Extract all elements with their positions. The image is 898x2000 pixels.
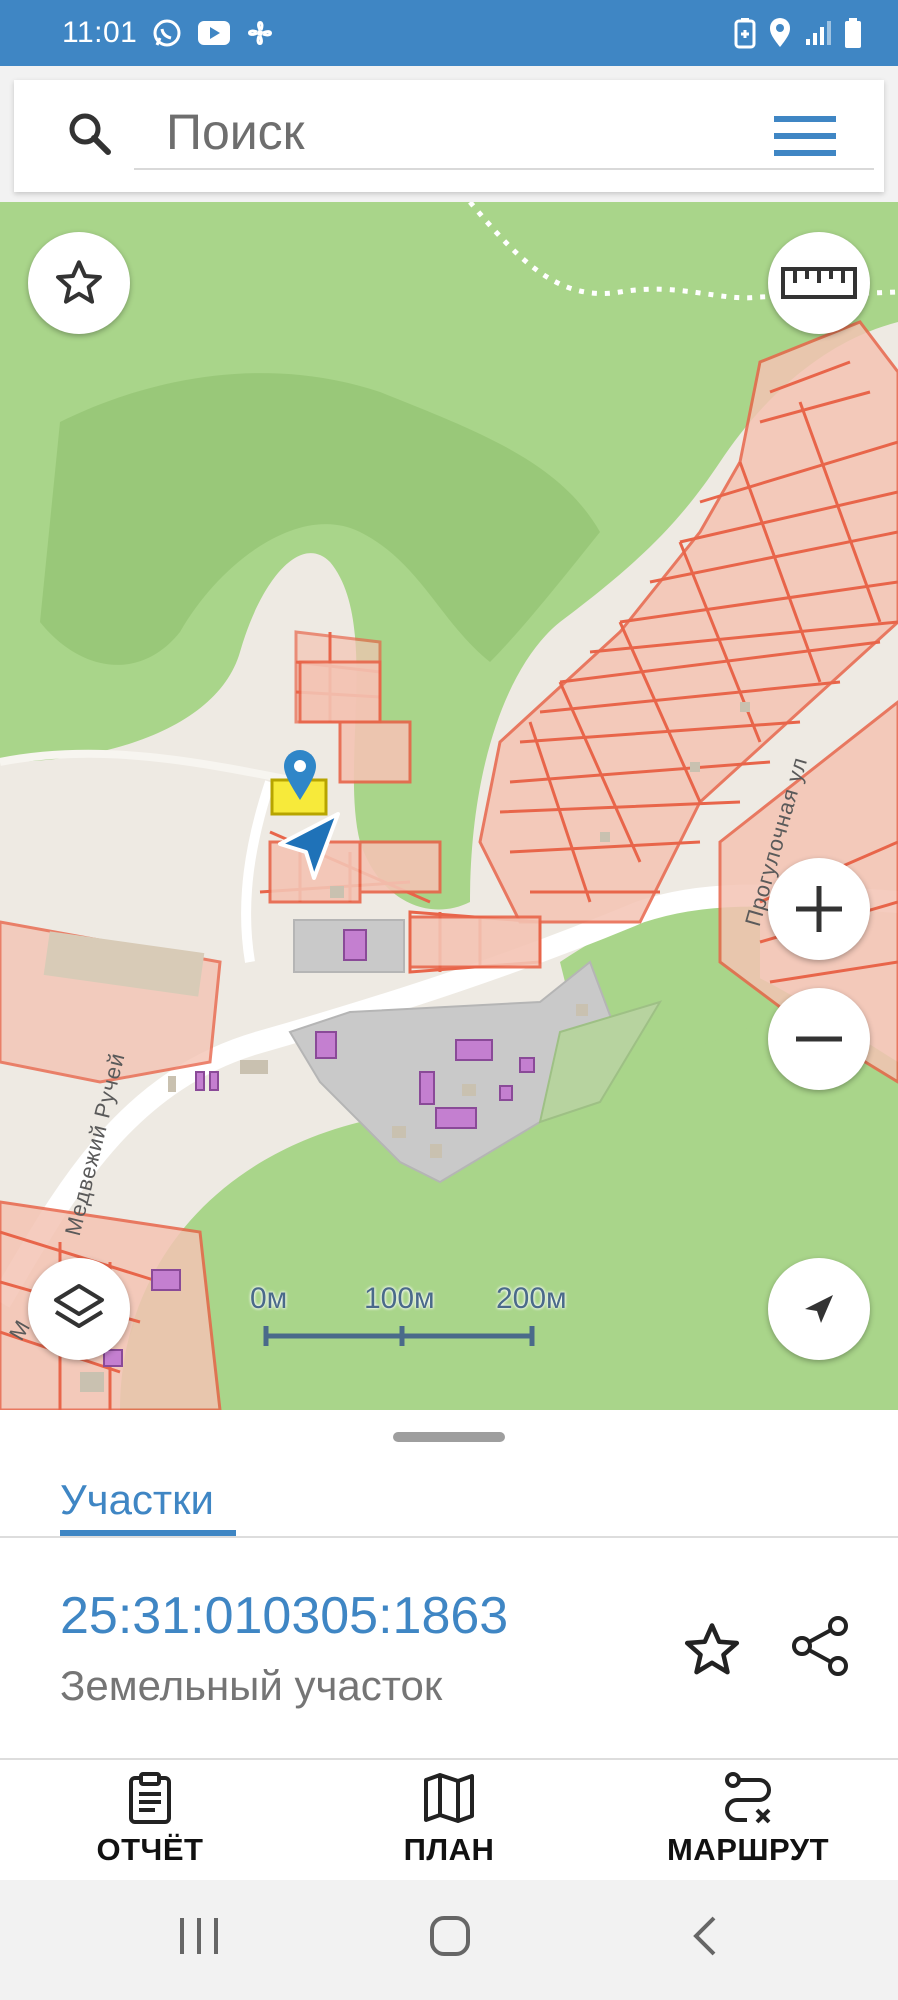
report-icon bbox=[129, 1772, 171, 1824]
menu-icon[interactable] bbox=[774, 114, 836, 158]
scale-label-100: 100м bbox=[364, 1282, 435, 1315]
report-label: ОТЧЁТ bbox=[96, 1832, 204, 1867]
system-navbar bbox=[0, 1880, 898, 2000]
route-icon bbox=[725, 1772, 771, 1824]
status-left: 11:01 bbox=[62, 16, 275, 50]
home-button[interactable] bbox=[428, 1914, 472, 1958]
navigation-arrow-icon bbox=[805, 1295, 833, 1323]
plan-label: ПЛАН bbox=[403, 1832, 495, 1867]
star-outline-icon[interactable] bbox=[680, 1618, 744, 1682]
scale-label-0: 0м bbox=[250, 1282, 288, 1315]
ruler-icon bbox=[781, 267, 857, 299]
battery-saver-icon bbox=[734, 18, 756, 49]
sheet-divider bbox=[0, 1758, 898, 1760]
route-label: МАРШРУТ bbox=[666, 1832, 830, 1867]
back-button[interactable] bbox=[690, 1914, 720, 1958]
signal-icon bbox=[806, 21, 831, 45]
plus-icon bbox=[796, 886, 842, 932]
recent-apps-button[interactable] bbox=[176, 1914, 222, 1958]
search-card bbox=[14, 80, 884, 192]
my-location-button[interactable] bbox=[768, 1258, 870, 1360]
map-plan-icon bbox=[424, 1773, 474, 1823]
layers-icon bbox=[54, 1284, 104, 1328]
map-view[interactable]: Прогулочная ул Медвежий Ручей М 0м 100м … bbox=[0, 202, 898, 1410]
fan-icon bbox=[248, 21, 273, 45]
search-area bbox=[0, 66, 898, 202]
youtube-icon bbox=[198, 21, 231, 45]
drag-handle[interactable] bbox=[393, 1432, 505, 1442]
location-icon bbox=[770, 18, 790, 47]
parcel-type: Земельный участок bbox=[60, 1662, 443, 1709]
status-time: 11:01 bbox=[62, 16, 138, 49]
status-bar: 11:01 bbox=[0, 0, 898, 66]
search-input[interactable] bbox=[134, 96, 874, 170]
tab-divider bbox=[0, 1536, 898, 1538]
battery-icon bbox=[845, 18, 861, 48]
route-button[interactable]: МАРШРУТ bbox=[638, 1772, 858, 1880]
share-icon[interactable] bbox=[790, 1614, 852, 1678]
zoom-out-button[interactable] bbox=[768, 988, 870, 1090]
zoom-in-button[interactable] bbox=[768, 858, 870, 960]
minus-icon bbox=[796, 1036, 842, 1042]
ruler-button[interactable] bbox=[768, 232, 870, 334]
favorites-button[interactable] bbox=[28, 232, 130, 334]
status-right bbox=[734, 17, 862, 49]
scale-line bbox=[263, 1326, 535, 1346]
scale-bar: 0м 100м 200м bbox=[246, 1282, 576, 1352]
search-icon[interactable] bbox=[66, 110, 114, 158]
layers-button[interactable] bbox=[28, 1258, 130, 1360]
bottom-sheet: Участки 25:31:010305:1863 Земельный учас… bbox=[0, 1410, 898, 1880]
plan-button[interactable]: ПЛАН bbox=[339, 1772, 559, 1880]
cadastral-number[interactable]: 25:31:010305:1863 bbox=[60, 1586, 508, 1646]
scale-label-200: 200м bbox=[496, 1282, 567, 1315]
report-button[interactable]: ОТЧЁТ bbox=[40, 1772, 260, 1880]
star-outline-icon bbox=[56, 260, 102, 304]
map-canvas[interactable] bbox=[0, 202, 898, 1410]
whatsapp-icon bbox=[153, 19, 181, 47]
